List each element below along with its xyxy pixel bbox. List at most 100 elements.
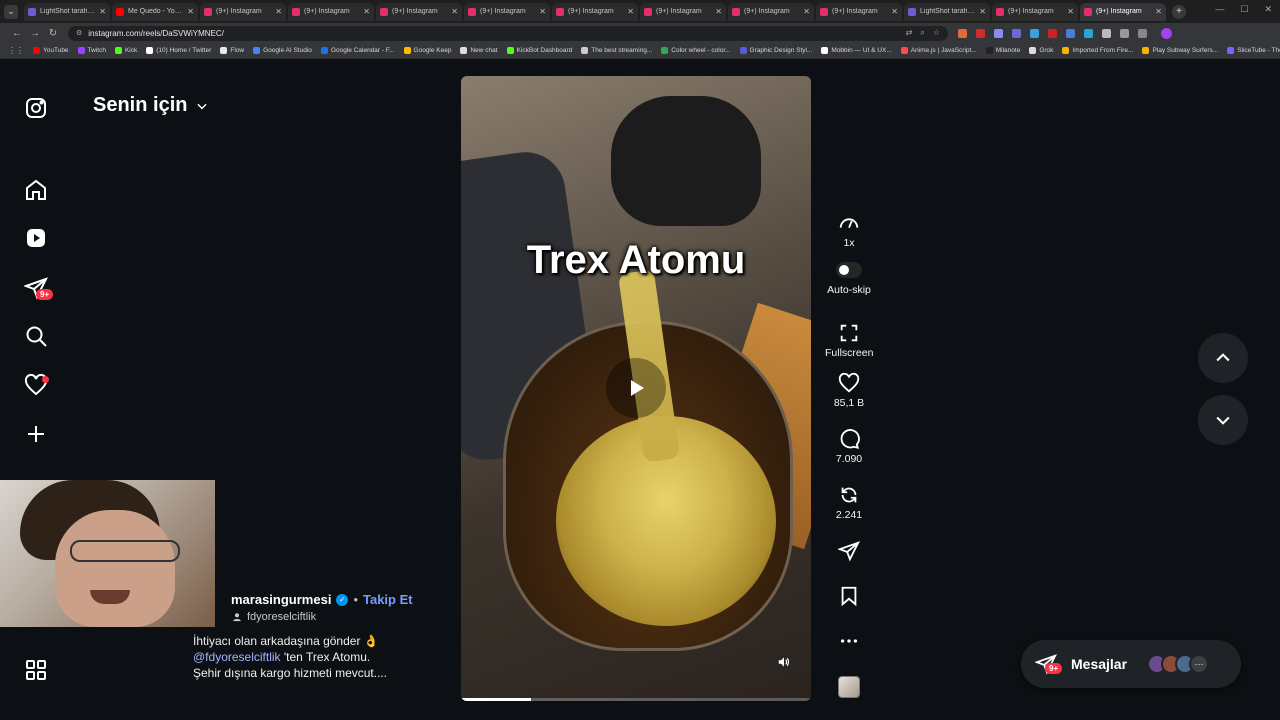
fullscreen-button[interactable]: Fullscreen (825, 322, 873, 359)
close-tab-icon[interactable]: ✕ (627, 7, 634, 16)
caption-mention[interactable]: @fdyoreselciftlik (193, 650, 281, 664)
bookmark-item[interactable]: New chat (460, 47, 498, 54)
reload-icon[interactable]: ↻ (44, 28, 62, 39)
extension-icon[interactable] (994, 28, 1003, 38)
bookmark-item[interactable]: Play Subway Surfers... (1142, 47, 1218, 54)
reel-video[interactable]: Trex Atomu (461, 76, 811, 701)
close-tab-icon[interactable]: ✕ (99, 7, 106, 16)
previous-reel-button[interactable] (1198, 333, 1248, 383)
comment-button[interactable]: 7.090 (825, 428, 873, 465)
site-info-icon[interactable]: ⚙ (76, 29, 82, 37)
translate-icon[interactable]: ⇄ (906, 28, 913, 38)
more-icon[interactable] (24, 658, 48, 682)
browser-tab[interactable]: (9+) Instagram ✕ (200, 2, 286, 21)
back-icon[interactable]: ← (8, 28, 26, 39)
bookmark-item[interactable]: Flow (220, 47, 244, 54)
close-tab-icon[interactable]: ✕ (979, 7, 986, 16)
bookmark-item[interactable]: KickBot Dashboard (506, 47, 572, 54)
collaborator-username[interactable]: fdyoreselciftlik (247, 611, 316, 623)
extension-icon[interactable] (1012, 28, 1021, 38)
extension-icon[interactable] (1084, 28, 1093, 38)
download-icon[interactable] (1120, 28, 1129, 38)
browser-tab[interactable]: (9+) Instagram ✕ (552, 2, 638, 21)
browser-tab[interactable]: LightShot tarafından✕ (24, 2, 110, 21)
next-reel-button[interactable] (1198, 395, 1248, 445)
bookmark-item[interactable]: Google Keep (403, 47, 451, 54)
browser-tab[interactable]: (9+) Instagram ✕ (992, 2, 1078, 21)
minimize-icon[interactable]: — (1215, 4, 1224, 15)
bookmark-item[interactable]: Milanote (985, 47, 1020, 54)
bookmark-item[interactable]: Color wheel - color... (661, 47, 731, 54)
bookmark-item[interactable]: Graphic Design Styl... (739, 47, 812, 54)
close-tab-icon[interactable]: ✕ (363, 7, 370, 16)
close-tab-icon[interactable]: ✕ (187, 7, 194, 16)
forward-icon[interactable]: → (26, 28, 44, 39)
reels-icon[interactable] (24, 226, 48, 250)
close-tab-icon[interactable]: ✕ (451, 7, 458, 16)
bookmark-item[interactable]: Twitch (77, 47, 106, 54)
close-tab-icon[interactable]: ✕ (891, 7, 898, 16)
close-tab-icon[interactable]: ✕ (715, 7, 722, 16)
playback-speed-button[interactable]: 1x (825, 212, 873, 249)
close-tab-icon[interactable]: ✕ (803, 7, 810, 16)
home-icon[interactable] (24, 178, 48, 202)
tab-search-button[interactable]: ⌄ (4, 4, 18, 19)
bookmark-item[interactable]: Mobbin — UI & UX... (821, 47, 892, 54)
extension-icon[interactable] (1066, 28, 1075, 38)
side-panel-icon[interactable] (1138, 28, 1147, 38)
close-tab-icon[interactable]: ✕ (1155, 7, 1162, 16)
browser-tab[interactable]: Me Quedo - YouTube✕ (112, 2, 198, 21)
profile-avatar[interactable] (1161, 27, 1172, 39)
instagram-icon[interactable] (24, 96, 48, 120)
create-icon[interactable] (24, 422, 48, 446)
browser-tab[interactable]: (9+) Instagram ✕ (464, 2, 550, 21)
search-icon[interactable] (24, 324, 48, 348)
close-tab-icon[interactable]: ✕ (275, 7, 282, 16)
bookmark-item[interactable]: Google AI Studio (253, 47, 312, 54)
autoskip-switch[interactable] (836, 262, 862, 278)
browser-tab[interactable]: (9+) Instagram ✕ (640, 2, 726, 21)
browser-tab[interactable]: (9+) Instagram ✕ (816, 2, 902, 21)
more-options-button[interactable] (825, 630, 873, 652)
audio-button[interactable] (825, 676, 873, 698)
extension-icon[interactable] (1030, 28, 1039, 38)
browser-tab[interactable]: (9+) Instagram ✕ (728, 2, 814, 21)
bookmark-item[interactable]: (10) Home / Twitter (146, 47, 211, 54)
bookmark-item[interactable]: The best streaming... (581, 47, 652, 54)
bookmark-star-icon[interactable]: ☆ (933, 28, 940, 38)
browser-tab[interactable]: (9+) Instagram ✕ (376, 2, 462, 21)
video-progress-bar[interactable] (461, 698, 811, 701)
apps-grid-icon[interactable]: ⋮⋮ (8, 46, 24, 55)
repost-button[interactable]: 2.241 (825, 484, 873, 521)
zoom-icon[interactable]: ⌕ (920, 28, 924, 38)
bookmark-item[interactable]: SliceTube - The Fast... (1227, 47, 1280, 54)
follow-button[interactable]: Takip Et (363, 592, 413, 607)
bookmark-item[interactable]: Kick (114, 47, 137, 54)
extension-icon[interactable] (976, 28, 985, 38)
new-tab-button[interactable]: + (1172, 4, 1186, 19)
close-window-icon[interactable]: ✕ (1264, 4, 1272, 15)
bookmark-item[interactable]: Grok (1029, 47, 1053, 54)
bookmark-item[interactable]: YouTube (33, 47, 69, 54)
play-button[interactable] (606, 358, 666, 418)
mute-button[interactable] (770, 648, 798, 676)
feed-selector[interactable]: Senin için (93, 94, 209, 117)
extensions-puzzle-icon[interactable] (1102, 28, 1111, 38)
author-username[interactable]: marasingurmesi (231, 592, 331, 607)
bookmark-item[interactable]: Google Calendar - F... (320, 47, 395, 54)
url-input[interactable]: ⚙ instagram.com/reels/DaSVWiYMNEC/ ⇄ ⌕ ☆ (68, 25, 948, 41)
bookmark-item[interactable]: Imported From Fire... (1062, 47, 1133, 54)
extension-icon[interactable] (958, 28, 967, 38)
close-tab-icon[interactable]: ✕ (539, 7, 546, 16)
autoskip-toggle[interactable]: Auto-skip (825, 262, 873, 296)
save-button[interactable] (825, 585, 873, 607)
extension-icon[interactable] (1048, 28, 1057, 38)
like-button[interactable]: 85,1 B (825, 372, 873, 409)
browser-tab[interactable]: (9+) Instagram ✕ (288, 2, 374, 21)
maximize-icon[interactable]: ☐ (1240, 4, 1248, 15)
bookmark-item[interactable]: Anime.js | JavaScript... (900, 47, 977, 54)
browser-tab[interactable]: (9+) Instagram ✕ (1080, 2, 1166, 21)
post-caption[interactable]: İhtiyacı olan arkadaşına gönder 👌 @fdyor… (193, 633, 453, 681)
share-button[interactable] (825, 540, 873, 562)
close-tab-icon[interactable]: ✕ (1067, 7, 1074, 16)
